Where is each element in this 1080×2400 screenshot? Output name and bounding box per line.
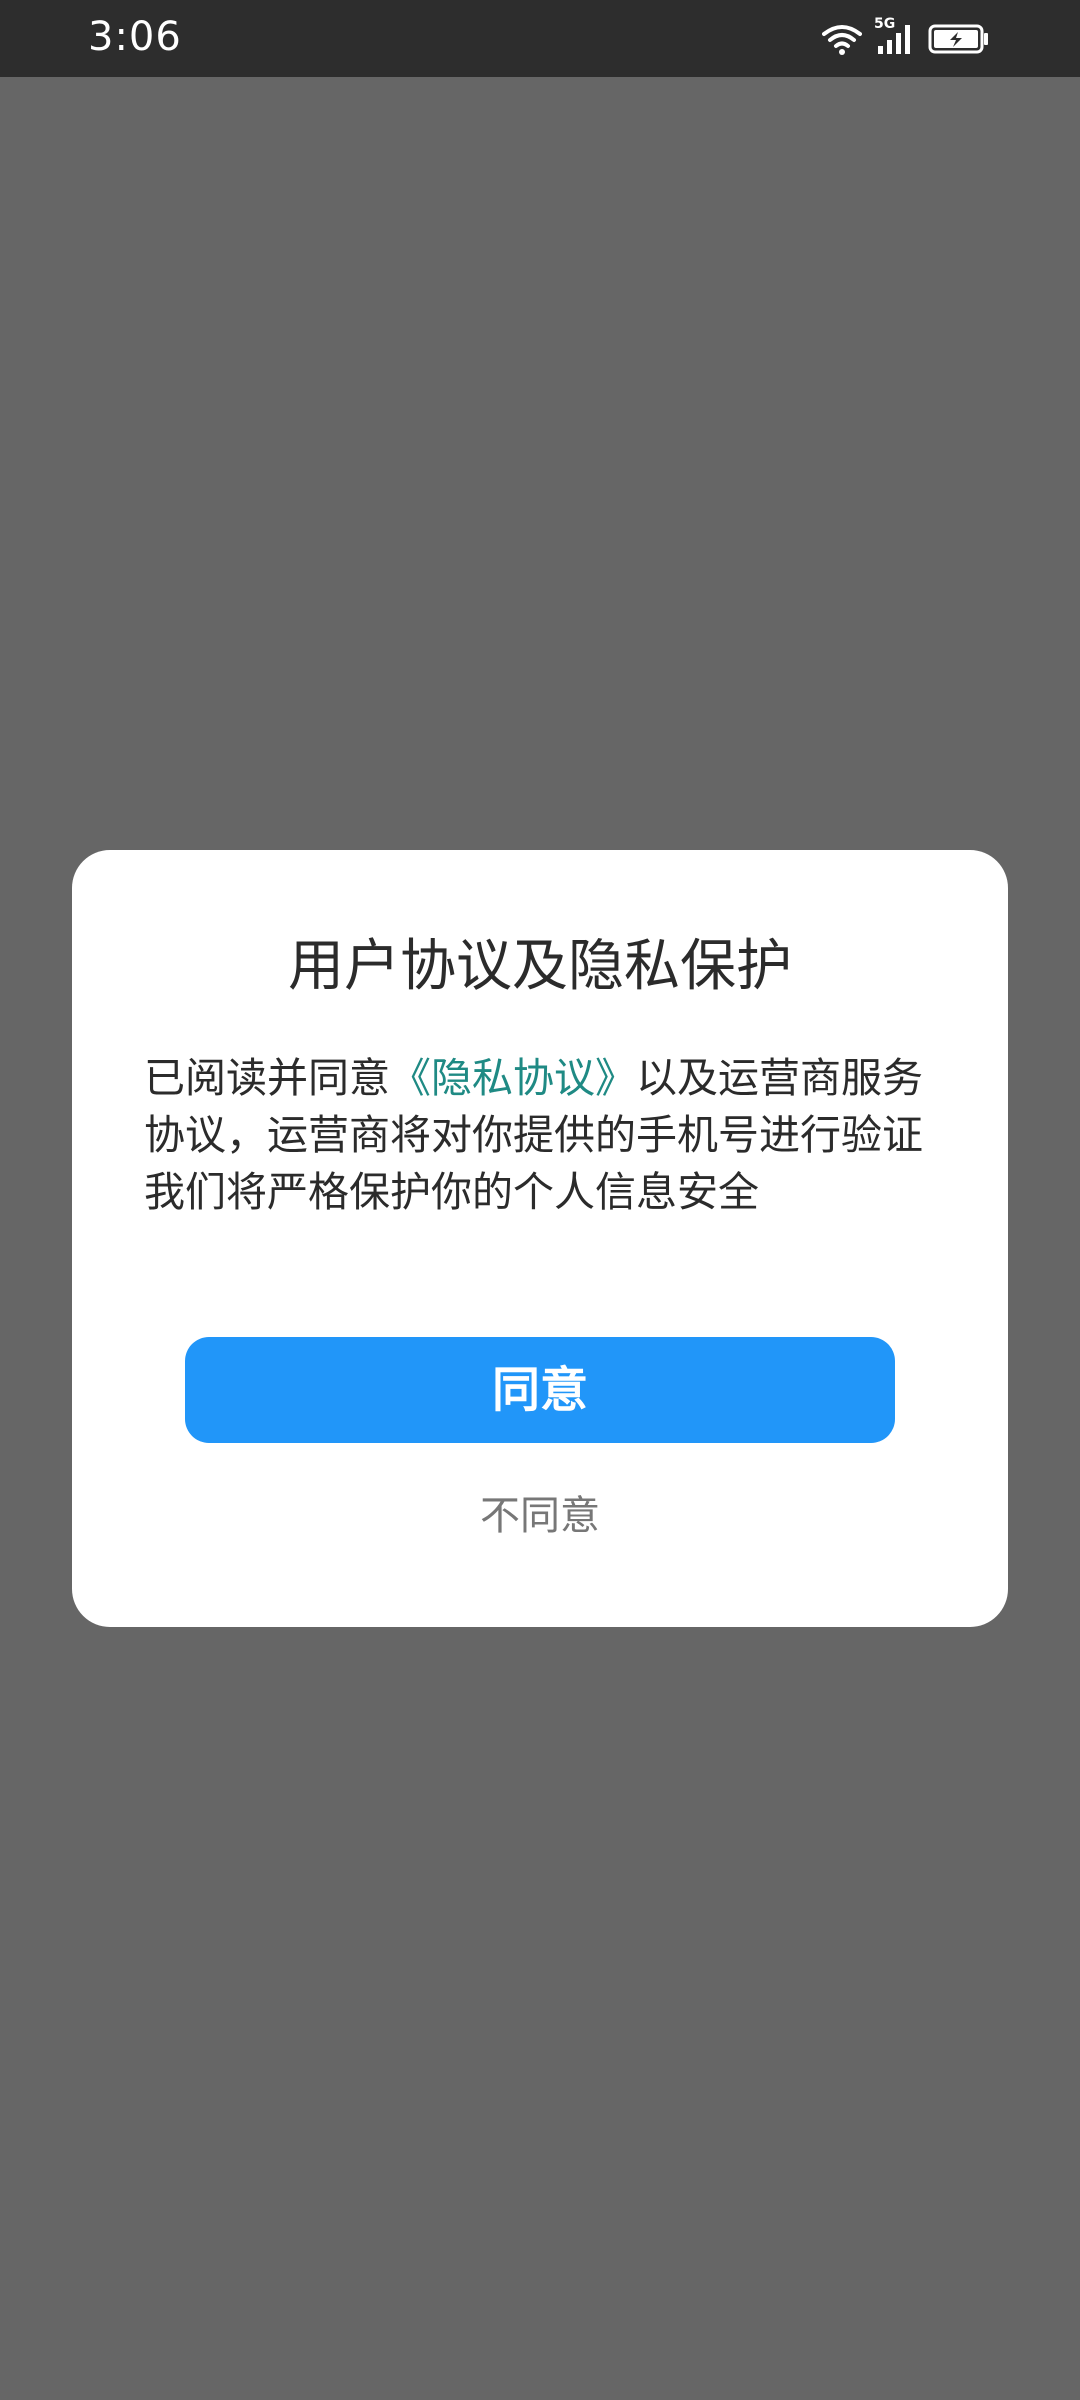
privacy-consent-dialog: 用户协议及隐私保护 已阅读并同意《隐私协议》以及运营商服务协议，运营商将对你提供… [72,850,1008,1627]
privacy-protection-statement: 我们将严格保护你的个人信息安全 [144,1168,759,1216]
privacy-agreement-link[interactable]: 《隐私协议》 [390,1054,636,1102]
cellular-signal-icon: 5G [874,16,914,56]
network-type-label: 5G [874,16,896,32]
dialog-body: 已阅读并同意《隐私协议》以及运营商服务协议，运营商将对你提供的手机号进行验证 我… [144,1050,944,1221]
status-time: 3:06 [88,14,182,60]
consent-statement: 已阅读并同意《隐私协议》以及运营商服务协议，运营商将对你提供的手机号进行验证 [144,1050,944,1164]
battery-charging-icon [928,23,990,55]
agree-button[interactable]: 同意 [185,1337,895,1443]
disagree-button[interactable]: 不同意 [72,1491,1008,1541]
consent-prefix: 已阅读并同意 [144,1054,390,1102]
status-icons: 5G [822,16,990,60]
status-bar: 3:06 5G [0,0,1080,77]
dialog-title: 用户协议及隐私保护 [288,934,792,999]
wifi-icon [822,22,862,56]
